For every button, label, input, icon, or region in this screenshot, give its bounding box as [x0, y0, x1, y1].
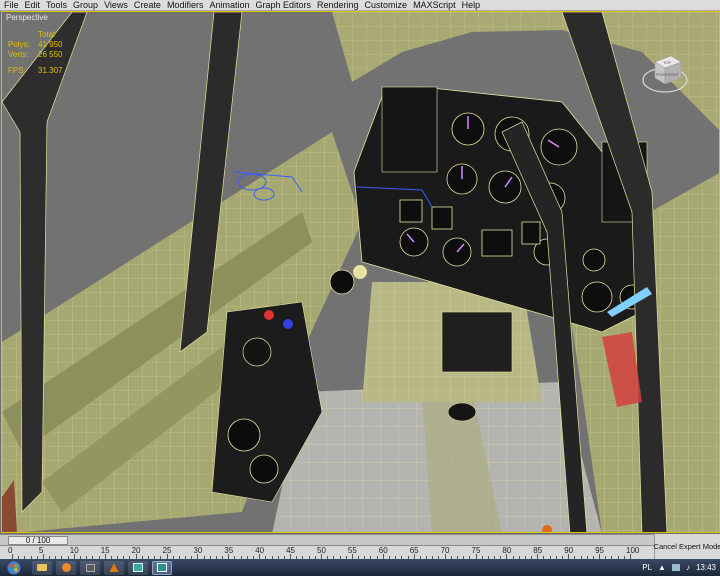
stats-polys-key: Polys:: [8, 40, 30, 49]
viewport-label[interactable]: Perspective: [6, 13, 48, 22]
cancel-expert-mode-button[interactable]: Cancel Expert Mode: [654, 534, 720, 559]
network-icon[interactable]: [671, 564, 680, 571]
winamp-icon: [109, 563, 119, 572]
menu-maxscript[interactable]: MAXScript: [412, 0, 461, 11]
menu-group[interactable]: Group: [72, 0, 103, 11]
taskbar-3dsmax-active-button[interactable]: [152, 560, 172, 575]
volume-icon[interactable]: ♪: [686, 563, 690, 572]
menu-help[interactable]: Help: [461, 0, 486, 11]
menu-create[interactable]: Create: [133, 0, 166, 11]
menu-animation[interactable]: Animation: [208, 0, 254, 11]
taskbar-winamp-button[interactable]: [104, 560, 124, 575]
taskbar-3dsmax-button[interactable]: [128, 560, 148, 575]
system-tray: PL ▲ ♪ 13:43: [642, 559, 716, 576]
menu-views[interactable]: Views: [103, 0, 133, 11]
windows-taskbar: PL ▲ ♪ 13:43: [0, 559, 720, 576]
taskbar-folder-button[interactable]: [32, 560, 52, 575]
menu-rendering[interactable]: Rendering: [316, 0, 364, 11]
stats-fps-value: 31.307: [38, 66, 63, 75]
track-bar[interactable]: 0 5 10 15 20 25 30 35 40 45 50 55 60 65 70 75 80 85 90 95 10…: [0, 545, 654, 559]
time-slider[interactable]: 0 / 100: [0, 534, 654, 545]
stats-fps-key: FPS:: [8, 66, 26, 75]
menu-edit[interactable]: Edit: [24, 0, 46, 11]
perspective-viewport[interactable]: Perspective Total Polys: 41 950 Verts: 26 …: [1, 11, 720, 533]
taskbar-app-button[interactable]: [80, 560, 100, 575]
tray-arrow-icon[interactable]: ▲: [658, 563, 666, 572]
app-icon: [85, 563, 95, 572]
3dsmax-window-icon: [157, 563, 167, 572]
viewcube-front-label: FRONT: [656, 73, 669, 77]
menu-bar: File Edit Tools Group Views Create Modifiers An…: [0, 0, 720, 11]
cockpit-model-scene[interactable]: [2, 12, 720, 533]
viewport-statistics: Total Polys: 41 950 Verts: 26 550 FPS: 31.3…: [8, 30, 78, 76]
stats-verts-value: 26 550: [38, 50, 63, 59]
stats-header: Total: [38, 30, 55, 39]
menu-modifiers[interactable]: Modifiers: [166, 0, 209, 11]
menu-tools[interactable]: Tools: [45, 0, 72, 11]
language-indicator[interactable]: PL: [642, 563, 652, 572]
media-player-icon: [61, 563, 71, 572]
stats-verts-key: Verts:: [8, 50, 29, 59]
3dsmax-icon: [133, 563, 143, 572]
menu-file[interactable]: File: [3, 0, 24, 11]
taskbar-media-button[interactable]: [56, 560, 76, 575]
menu-graph-editors[interactable]: Graph Editors: [254, 0, 316, 11]
time-slider-thumb[interactable]: 0 / 100: [8, 536, 68, 545]
folder-icon: [37, 564, 47, 571]
viewcube-right-label: RIGHT: [668, 73, 680, 77]
start-button[interactable]: [0, 559, 28, 576]
track-bar-tick-label: 100: [626, 546, 640, 555]
viewcube-top-label: TOP: [663, 60, 671, 65]
viewcube[interactable]: TOP FRONT RIGHT: [641, 48, 689, 96]
clock[interactable]: 13:43: [696, 563, 716, 572]
windows-logo-icon: [7, 561, 21, 574]
stats-polys-value: 41 950: [38, 40, 63, 49]
menu-customize[interactable]: Customize: [364, 0, 413, 11]
